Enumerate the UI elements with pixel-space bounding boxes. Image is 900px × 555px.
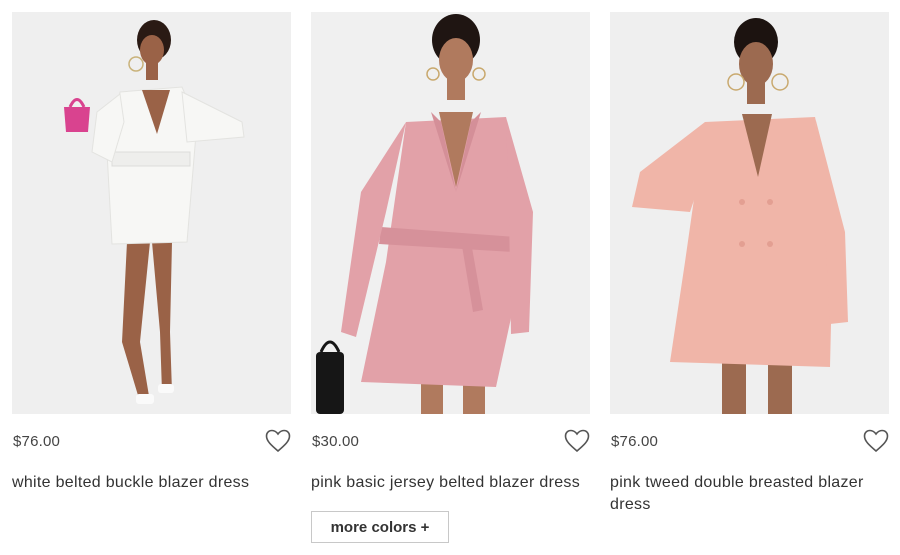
product-photo-white-blazer-dress [12, 12, 291, 414]
product-card[interactable]: $76.00 white belted buckle blazer dress [12, 12, 291, 494]
wishlist-heart-icon[interactable] [863, 429, 889, 453]
product-image[interactable] [311, 12, 590, 414]
product-price: $76.00 [13, 433, 61, 450]
product-card[interactable]: $30.00 pink basic jersey belted blazer d… [311, 12, 590, 543]
product-photo-pink-jersey-blazer-dress [311, 12, 590, 414]
product-name[interactable]: white belted buckle blazer dress [12, 472, 292, 494]
product-price: $30.00 [312, 433, 360, 450]
product-photo-pink-tweed-blazer-dress [610, 12, 889, 414]
product-image[interactable] [610, 12, 889, 414]
product-card[interactable]: $76.00 pink tweed double breasted blazer… [610, 12, 889, 516]
wishlist-heart-icon[interactable] [564, 429, 590, 453]
product-name[interactable]: pink basic jersey belted blazer dress [311, 472, 591, 494]
product-price: $76.00 [611, 433, 659, 450]
more-colors-button[interactable]: more colors + [311, 511, 449, 543]
product-image[interactable] [12, 12, 291, 414]
wishlist-heart-icon[interactable] [265, 429, 291, 453]
product-name[interactable]: pink tweed double breasted blazer dress [610, 472, 890, 516]
